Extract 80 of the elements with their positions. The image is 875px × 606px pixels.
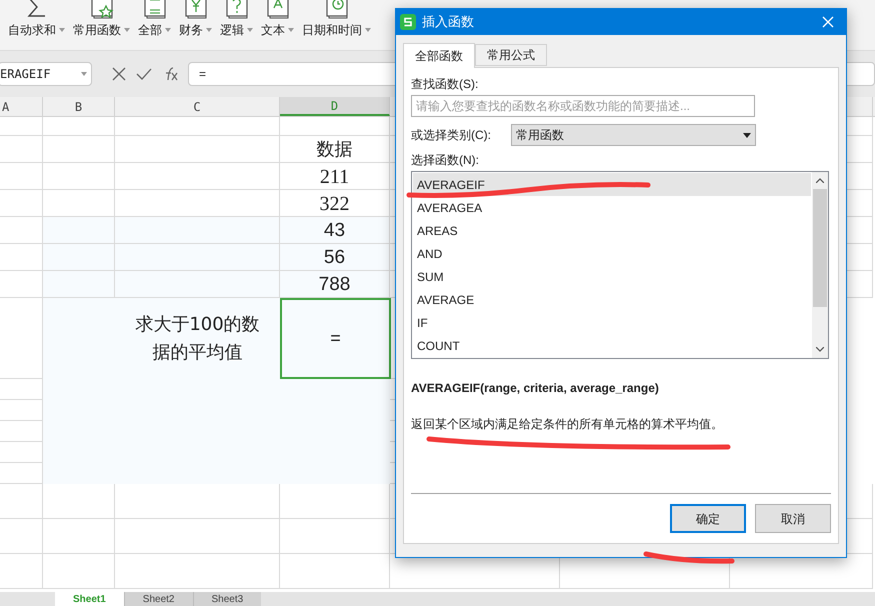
- search-label: 查找函数(S):: [411, 76, 480, 92]
- function-list-item[interactable]: AVERAGE: [413, 288, 811, 311]
- grid-cell: [43, 271, 115, 298]
- category-dropdown[interactable]: 常用函数: [511, 124, 756, 146]
- function-list-label: 选择函数(N):: [411, 152, 480, 168]
- grid-cell: [43, 217, 115, 244]
- caret-icon: [365, 28, 371, 32]
- grid-cell: [43, 484, 115, 519]
- close-icon[interactable]: [822, 16, 834, 28]
- function-list-item[interactable]: AND: [413, 242, 811, 265]
- ribbon-label: 日期和时间: [302, 22, 362, 38]
- ribbon-button[interactable]: 文本: [261, 0, 294, 38]
- grid-cell: 43: [280, 217, 390, 244]
- cancel-icon[interactable]: [112, 67, 126, 81]
- grid-cell: [0, 519, 43, 554]
- grid-cell: [43, 519, 115, 554]
- dialog-tab[interactable]: 全部函数: [403, 43, 475, 68]
- search-field[interactable]: 请输入您要查找的函数名称或函数功能的简要描述...: [411, 95, 755, 117]
- function-description: 返回某个区域内满足给定条件的所有单元格的算术平均值。: [411, 416, 724, 433]
- scroll-thumb[interactable]: [813, 189, 827, 307]
- grid-cell: [0, 190, 43, 217]
- ribbon-button[interactable]: 全部: [138, 0, 171, 38]
- dropdown-caret-icon: [81, 72, 87, 76]
- grid-cell: 788: [280, 271, 390, 298]
- caret-icon: [206, 28, 212, 32]
- ribbon-label: 财务: [179, 22, 203, 38]
- ribbon-button[interactable]: 常用函数: [73, 0, 130, 38]
- ribbon-label: 自动求和: [8, 22, 56, 38]
- caret-icon: [288, 28, 294, 32]
- column-header[interactable]: C: [193, 98, 201, 116]
- ribbon-button[interactable]: 日期和时间: [302, 0, 371, 38]
- grid-cell: [43, 554, 115, 589]
- selected-cell[interactable]: =: [280, 298, 391, 379]
- grid-cell: [43, 163, 115, 190]
- function-list-item[interactable]: AVERAGEA: [413, 196, 811, 219]
- grid-cell: [43, 244, 115, 271]
- sheet-tab[interactable]: Sheet1: [55, 592, 124, 606]
- ribbon-label: 全部: [138, 22, 162, 38]
- scrollbar[interactable]: [812, 172, 828, 358]
- grid-cell: [0, 244, 43, 271]
- caret-icon: [247, 28, 253, 32]
- function-list-item[interactable]: SUM: [413, 265, 811, 288]
- function-list-item[interactable]: IF: [413, 311, 811, 334]
- grid-cell: [0, 163, 43, 190]
- function-signature: AVERAGEIF(range, criteria, average_range): [411, 380, 660, 397]
- caret-icon: [59, 28, 65, 32]
- column-header[interactable]: A: [2, 98, 10, 116]
- grid-cell: 56: [280, 244, 390, 271]
- check-icon[interactable]: [136, 68, 152, 80]
- app-logo-icon: [400, 14, 416, 30]
- caret-icon: [165, 28, 171, 32]
- ribbon-label: 文本: [261, 22, 285, 38]
- function-list-item[interactable]: COUNT: [413, 334, 811, 357]
- ribbon-button[interactable]: 财务: [179, 0, 212, 38]
- dialog-title: 插入函数: [422, 13, 475, 32]
- cell-text: 求大于100的数据的平均值: [134, 312, 261, 364]
- scroll-down-icon[interactable]: [816, 347, 824, 352]
- grid-cell: 322: [280, 190, 390, 217]
- grid-cell: [0, 136, 43, 163]
- dialog-button[interactable]: 取消: [755, 504, 831, 533]
- grid-cell: [0, 217, 43, 244]
- ribbon-button[interactable]: 逻辑: [220, 0, 253, 38]
- name-box[interactable]: ERAGEIF: [0, 62, 92, 86]
- caret-icon: [124, 28, 130, 32]
- grid-cell: 数据: [280, 136, 390, 163]
- dialog-tab[interactable]: 常用公式: [475, 44, 547, 66]
- grid-cell: 211: [280, 163, 390, 190]
- ribbon-label: 逻辑: [220, 22, 244, 38]
- function-list-item[interactable]: AREAS: [413, 219, 811, 242]
- category-label: 或选择类别(C):: [411, 127, 492, 144]
- dropdown-arrow-icon: [743, 132, 751, 138]
- sheet-tab[interactable]: Sheet3: [192, 592, 262, 606]
- grid-cell: [43, 190, 115, 217]
- grid-cell: [43, 136, 115, 163]
- ribbon-label: 常用函数: [73, 22, 121, 38]
- ribbon-button[interactable]: 自动求和: [8, 0, 65, 38]
- sheet-tab[interactable]: Sheet2: [124, 592, 192, 606]
- column-header[interactable]: B: [74, 98, 82, 116]
- dialog-button[interactable]: 确定: [670, 504, 746, 533]
- scroll-up-icon[interactable]: [816, 178, 824, 183]
